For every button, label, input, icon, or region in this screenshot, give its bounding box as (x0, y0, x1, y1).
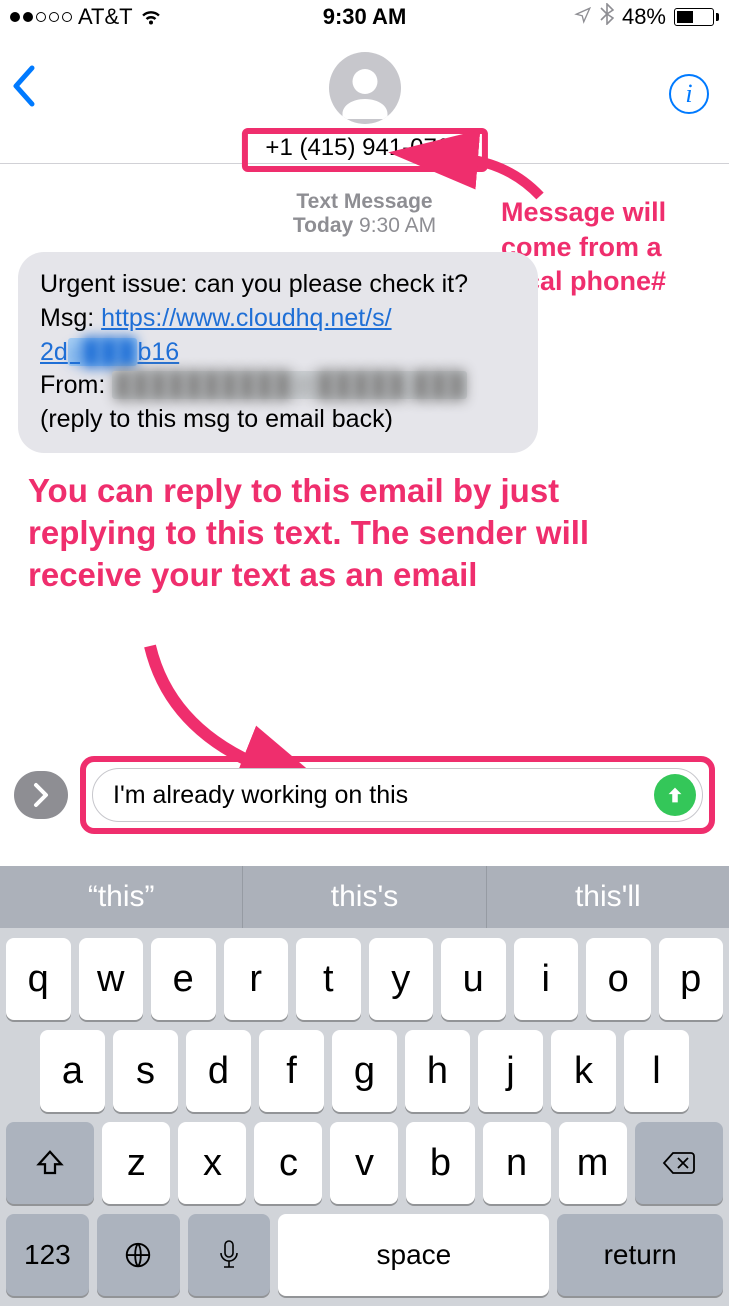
key-g[interactable]: g (332, 1030, 397, 1112)
expand-apps-button[interactable] (14, 771, 68, 819)
msg-from-suffix: (reply to this msg to email back) (40, 405, 393, 433)
key-b[interactable]: b (406, 1122, 474, 1204)
info-button[interactable]: i (669, 74, 709, 114)
keyboard-row-1: q w e r t y u i o p (0, 928, 729, 1020)
backspace-icon (661, 1149, 697, 1177)
key-s[interactable]: s (113, 1030, 178, 1112)
mic-icon (218, 1239, 240, 1271)
annotation-reply-explainer: You can reply to this email by just repl… (28, 470, 678, 597)
msg-from-redacted: ██████████@█████.███ (112, 371, 467, 399)
key-z[interactable]: z (102, 1122, 170, 1204)
key-m[interactable]: m (559, 1122, 627, 1204)
annotation-highlight-box: I'm already working on this (80, 756, 715, 834)
compose-bar: I'm already working on this (0, 756, 729, 844)
key-v[interactable]: v (330, 1122, 398, 1204)
key-h[interactable]: h (405, 1030, 470, 1112)
send-button[interactable] (654, 774, 696, 816)
globe-icon (123, 1240, 153, 1270)
key-j[interactable]: j (478, 1030, 543, 1112)
back-button[interactable] (10, 64, 36, 119)
keyboard-row-4: 123 space return (0, 1204, 729, 1306)
timestamp-today: Today (293, 214, 353, 237)
key-e[interactable]: e (151, 938, 216, 1020)
key-p[interactable]: p (659, 938, 724, 1020)
key-numbers[interactable]: 123 (6, 1214, 89, 1296)
location-icon (574, 4, 592, 30)
chevron-right-icon (32, 782, 50, 808)
incoming-message-bubble[interactable]: Urgent issue: can you please check it? M… (18, 252, 538, 453)
contact-avatar[interactable] (329, 52, 401, 124)
wifi-icon (139, 8, 163, 26)
key-globe[interactable] (97, 1214, 180, 1296)
key-backspace[interactable] (635, 1122, 723, 1204)
msg-line1: Urgent issue: can you please check it? (40, 270, 468, 298)
suggestion-bar: “this” this's this'll (0, 866, 729, 928)
keyboard-row-3: z x c v b n m (0, 1112, 729, 1204)
bluetooth-icon (600, 3, 614, 31)
msg-link-part-b3: b16 (137, 338, 179, 366)
battery-icon (674, 8, 719, 26)
arrow-up-icon (664, 784, 686, 806)
msg-line2-prefix: Msg: (40, 304, 101, 332)
key-i[interactable]: i (514, 938, 579, 1020)
key-return[interactable]: return (557, 1214, 723, 1296)
key-t[interactable]: t (296, 938, 361, 1020)
compose-field[interactable]: I'm already working on this (92, 768, 703, 822)
suggestion-2[interactable]: this's (242, 866, 485, 928)
suggestion-1[interactable]: “this” (0, 866, 242, 928)
key-d[interactable]: d (186, 1030, 251, 1112)
status-right: 48% (574, 3, 719, 31)
key-l[interactable]: l (624, 1030, 689, 1112)
key-r[interactable]: r (224, 938, 289, 1020)
nav-header: +1 (415) 941-0767 i (0, 34, 729, 164)
battery-percent: 48% (622, 4, 666, 30)
compose-input[interactable]: I'm already working on this (113, 781, 654, 810)
battery-fill (677, 11, 693, 23)
status-time: 9:30 AM (323, 4, 407, 30)
status-bar: AT&T 9:30 AM 48% (0, 0, 729, 34)
key-u[interactable]: u (441, 938, 506, 1020)
key-q[interactable]: q (6, 938, 71, 1020)
msg-link-part-b1: 2d (40, 338, 68, 366)
key-k[interactable]: k (551, 1030, 616, 1112)
key-dictation[interactable] (188, 1214, 271, 1296)
signal-dots-icon (10, 12, 72, 22)
key-a[interactable]: a (40, 1030, 105, 1112)
msg-link-redacted: c███ (68, 338, 138, 366)
keyboard-row-2: a s d f g h j k l (0, 1020, 729, 1112)
status-left: AT&T (10, 4, 163, 30)
key-f[interactable]: f (259, 1030, 324, 1112)
key-c[interactable]: c (254, 1122, 322, 1204)
carrier-label: AT&T (78, 4, 133, 30)
suggestion-3[interactable]: this'll (486, 866, 729, 928)
key-n[interactable]: n (483, 1122, 551, 1204)
msg-link-part-a: https://www.cloudhq.net/s/ (101, 304, 391, 332)
key-shift[interactable] (6, 1122, 94, 1204)
key-space[interactable]: space (278, 1214, 549, 1296)
shift-icon (35, 1148, 65, 1178)
key-o[interactable]: o (586, 938, 651, 1020)
person-icon (335, 64, 395, 124)
key-w[interactable]: w (79, 938, 144, 1020)
key-y[interactable]: y (369, 938, 434, 1020)
key-x[interactable]: x (178, 1122, 246, 1204)
msg-from-prefix: From: (40, 371, 112, 399)
timestamp-time: 9:30 AM (359, 214, 436, 237)
keyboard: “this” this's this'll q w e r t y u i o … (0, 866, 729, 1306)
